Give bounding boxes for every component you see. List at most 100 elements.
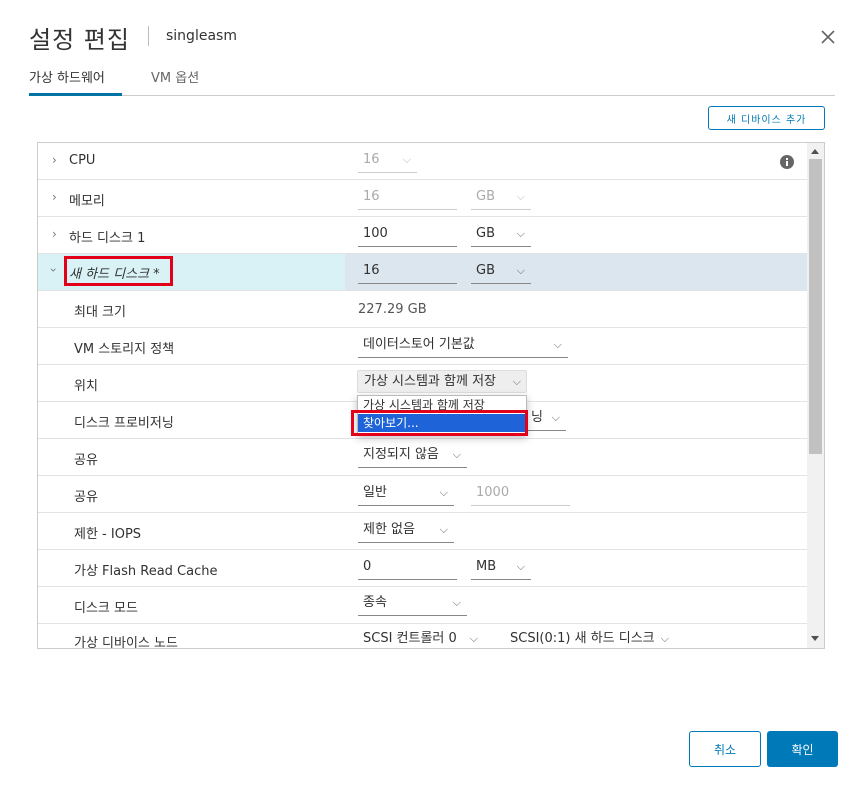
new-hard-disk-size-input[interactable]: 16 xyxy=(358,260,457,284)
ok-button[interactable]: 확인 xyxy=(767,731,838,767)
new-hard-disk-unit-select[interactable]: GB ⌵ xyxy=(471,260,531,284)
row-label: 가상 Flash Read Cache xyxy=(74,564,218,579)
dialog-title: 설정 편집 xyxy=(29,26,130,54)
hard-disk-1-size: 100 xyxy=(363,226,388,241)
memory-unit-select: GB ⌵ xyxy=(471,186,531,210)
row-label: 제한 - IOPS xyxy=(74,527,142,542)
device-node-value: SCSI(0:1) 새 하드 디스크 xyxy=(510,631,655,646)
location-option-store-with-vm[interactable]: 가상 시스템과 함께 저장 xyxy=(358,396,526,414)
location-select[interactable]: 가상 시스템과 함께 저장 ⌵ xyxy=(357,370,527,393)
row-label: 메모리 xyxy=(69,194,105,209)
scroll-thumb[interactable] xyxy=(809,159,822,454)
row-label: 가상 디바이스 노드 xyxy=(74,636,178,649)
tab-vm-options[interactable]: VM 옵션 xyxy=(151,70,199,96)
scsi-controller-value: SCSI 컨트롤러 0 xyxy=(363,631,457,646)
device-node-select[interactable]: SCSI(0:1) 새 하드 디스크 ⌵ xyxy=(505,628,675,648)
chevron-down-icon: ⌵ xyxy=(516,264,525,277)
row-label: 하드 디스크 1 xyxy=(69,231,146,246)
shares-number-value: 1000 xyxy=(476,485,510,500)
tab-bar: 가상 하드웨어 VM 옵션 xyxy=(29,70,835,96)
shares-number-input: 1000 xyxy=(471,482,570,506)
shares-level-select[interactable]: 일반 ⌵ xyxy=(358,482,454,506)
chevron-right-icon[interactable]: › xyxy=(52,227,57,241)
new-hard-disk-unit: GB xyxy=(476,263,495,278)
cpu-count-select: 16 ⌵ xyxy=(358,149,417,173)
shares-level-value: 일반 xyxy=(363,485,387,500)
row-label: 디스크 프로비저닝 xyxy=(74,416,174,431)
new-hard-disk-size: 16 xyxy=(363,263,380,278)
close-button[interactable] xyxy=(817,26,839,48)
memory-unit: GB xyxy=(476,189,495,204)
row-label: 최대 크기 xyxy=(74,305,126,320)
chevron-down-icon: ⌵ xyxy=(516,190,525,203)
flash-cache-value: 0 xyxy=(363,559,372,574)
location-dropdown-list: 가상 시스템과 함께 저장 찾아보기... xyxy=(357,395,527,435)
row-label: 디스크 모드 xyxy=(74,601,138,616)
cancel-button[interactable]: 취소 xyxy=(689,731,761,767)
chevron-down-icon: ⌵ xyxy=(553,338,562,351)
row-max-size: 최대 크기 227.29 GB xyxy=(38,291,808,328)
chevron-down-icon: ⌵ xyxy=(516,560,525,573)
chevron-down-icon: ⌵ xyxy=(452,596,461,609)
row-sharing: 공유 지정되지 않음 ⌵ xyxy=(38,439,808,476)
cpu-value: 16 xyxy=(363,152,380,167)
hard-disk-1-size-input[interactable]: 100 xyxy=(358,223,457,247)
chevron-down-icon: ⌵ xyxy=(516,227,525,240)
row-disk-mode: 디스크 모드 종속 ⌵ xyxy=(38,587,808,624)
close-icon xyxy=(821,30,835,44)
flash-cache-unit: MB xyxy=(476,559,497,574)
disk-provisioning-value: 닝 xyxy=(531,410,543,425)
flash-cache-input[interactable]: 0 xyxy=(358,556,457,580)
chevron-down-icon: ⌵ xyxy=(660,632,669,645)
row-shares: 공유 일반 ⌵ 1000 xyxy=(38,476,808,513)
row-flash-read-cache: 가상 Flash Read Cache 0 MB ⌵ xyxy=(38,550,808,587)
chevron-down-icon: ⌵ xyxy=(402,153,411,166)
memory-value: 16 xyxy=(363,189,380,204)
memory-input: 16 xyxy=(358,186,457,210)
location-option-browse[interactable]: 찾아보기... xyxy=(358,414,526,432)
hard-disk-1-unit-select[interactable]: GB ⌵ xyxy=(471,223,531,247)
row-virtual-device-node: 가상 디바이스 노드 SCSI 컨트롤러 0 ⌵ SCSI(0:1) 새 하드 디… xyxy=(38,624,808,649)
vm-name: singleasm xyxy=(166,28,237,44)
disk-mode-value: 종속 xyxy=(363,595,387,610)
chevron-right-icon[interactable]: › xyxy=(52,190,57,204)
scroll-down-arrow-icon[interactable] xyxy=(811,636,819,641)
limit-iops-value: 제한 없음 xyxy=(363,522,415,537)
hard-disk-1-unit: GB xyxy=(476,226,495,241)
title-separator xyxy=(148,26,149,46)
edit-settings-dialog: 설정 편집 singleasm 가상 하드웨어 VM 옵션 새 디바이스 추가 … xyxy=(0,0,862,791)
row-limit-iops: 제한 - IOPS 제한 없음 ⌵ xyxy=(38,513,808,550)
chevron-down-icon[interactable]: › xyxy=(46,268,60,273)
chevron-down-icon: ⌵ xyxy=(551,411,560,424)
row-cpu: › CPU 16 ⌵ xyxy=(38,143,808,180)
limit-iops-select[interactable]: 제한 없음 ⌵ xyxy=(358,519,454,543)
chevron-down-icon: ⌵ xyxy=(452,448,461,461)
sharing-value: 지정되지 않음 xyxy=(363,447,439,462)
tab-virtual-hardware[interactable]: 가상 하드웨어 xyxy=(29,70,122,96)
flash-cache-unit-select[interactable]: MB ⌵ xyxy=(471,556,531,580)
chevron-down-icon: ⌵ xyxy=(469,632,478,645)
chevron-down-icon: ⌵ xyxy=(439,523,448,536)
scsi-controller-select[interactable]: SCSI 컨트롤러 0 ⌵ xyxy=(358,628,484,648)
row-label: 공유 xyxy=(74,490,98,505)
row-label: CPU xyxy=(69,153,96,168)
scroll-up-arrow-icon[interactable] xyxy=(811,149,819,154)
disk-mode-select[interactable]: 종속 ⌵ xyxy=(358,592,467,616)
storage-policy-value: 데이터스토어 기본값 xyxy=(363,337,475,352)
row-memory: › 메모리 16 GB ⌵ xyxy=(38,180,808,217)
row-label: 공유 xyxy=(74,453,98,468)
max-size-value: 227.29 GB xyxy=(358,302,427,317)
chevron-down-icon: ⌵ xyxy=(439,486,448,499)
row-label: 위치 xyxy=(74,379,98,394)
info-icon[interactable] xyxy=(780,155,794,169)
row-hard-disk-1: › 하드 디스크 1 100 GB ⌵ xyxy=(38,217,808,254)
sharing-select[interactable]: 지정되지 않음 ⌵ xyxy=(358,444,467,468)
chevron-down-icon: ⌵ xyxy=(512,375,521,388)
grid-scrollbar[interactable] xyxy=(807,143,824,648)
chevron-right-icon[interactable]: › xyxy=(52,153,57,167)
row-label: 새 하드 디스크 * xyxy=(69,267,160,282)
storage-policy-select[interactable]: 데이터스토어 기본값 ⌵ xyxy=(358,334,568,358)
add-new-device-button[interactable]: 새 디바이스 추가 xyxy=(708,106,825,130)
row-label: VM 스토리지 정책 xyxy=(74,342,175,357)
row-storage-policy: VM 스토리지 정책 데이터스토어 기본값 ⌵ xyxy=(38,328,808,365)
